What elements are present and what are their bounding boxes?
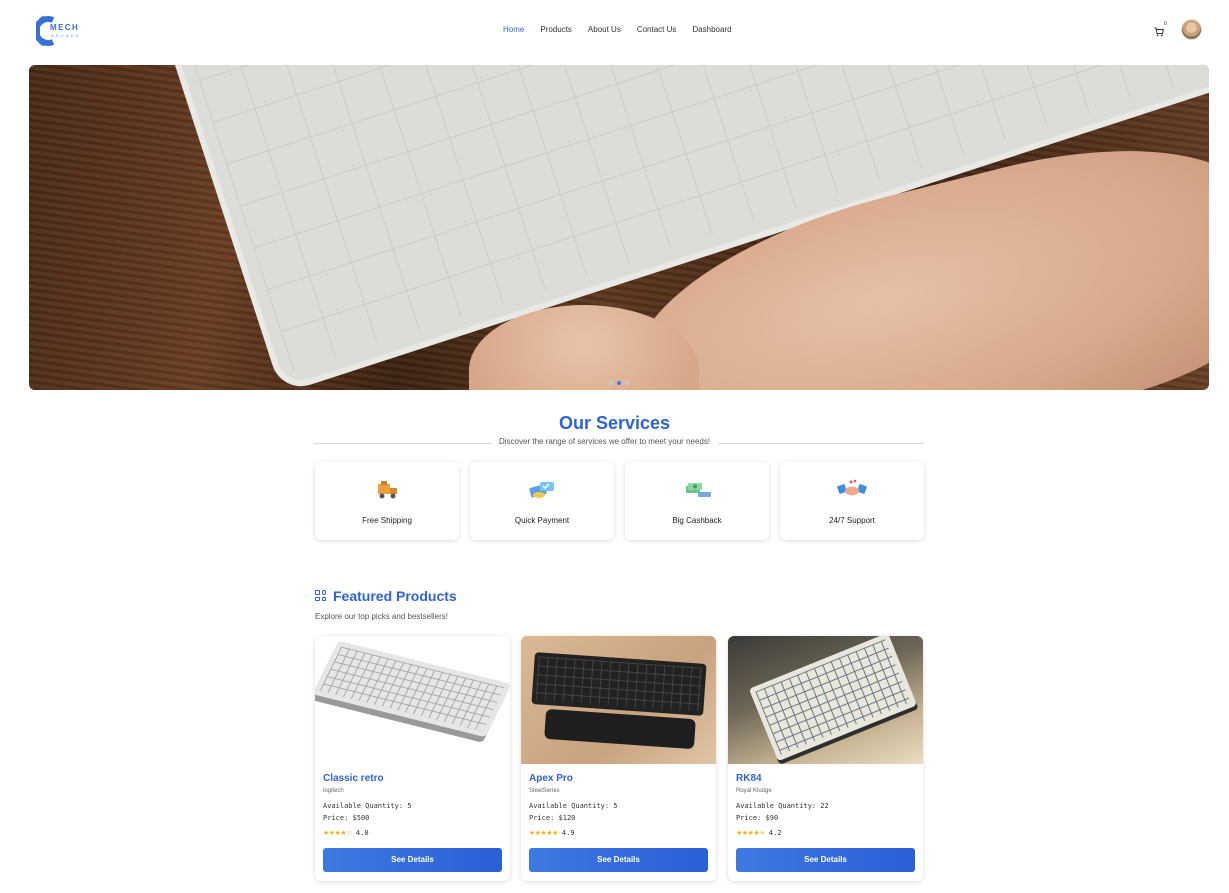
quantity-value: 22 bbox=[820, 802, 829, 810]
star-rating-icon: ★★★★☆ bbox=[323, 830, 352, 837]
service-label: Quick Payment bbox=[514, 516, 570, 525]
product-rating: ★★★★★ 4.2 bbox=[736, 829, 782, 837]
carousel-dot[interactable] bbox=[609, 381, 613, 385]
brand-tagline: ARCADE bbox=[51, 33, 81, 38]
nav-home[interactable]: Home bbox=[503, 25, 524, 34]
product-image[interactable] bbox=[315, 636, 510, 764]
product-card: Classic retro logitech Available Quantit… bbox=[315, 636, 510, 881]
shipping-truck-icon bbox=[378, 481, 397, 499]
quantity-value: 5 bbox=[613, 802, 618, 810]
rating-value: 4.0 bbox=[355, 829, 369, 837]
featured-header: Featured Products bbox=[315, 588, 457, 604]
featured-subtitle: Explore our top picks and bestsellers! bbox=[315, 612, 448, 621]
product-quantity: Available Quantity: 5 bbox=[323, 802, 412, 810]
service-label: Big Cashback bbox=[672, 516, 722, 525]
service-card-support: 24/7 Support bbox=[780, 462, 924, 540]
product-quantity: Available Quantity: 22 bbox=[736, 802, 829, 810]
product-rating: ★★★★★ 4.9 bbox=[529, 829, 575, 837]
product-card: Apex Pro SteelSeries Available Quantity:… bbox=[521, 636, 716, 881]
carousel-dot-active[interactable] bbox=[617, 381, 621, 385]
see-details-button[interactable]: See Details bbox=[736, 848, 915, 872]
carousel-dot[interactable] bbox=[625, 381, 629, 385]
price-value: $120 bbox=[558, 814, 576, 822]
main-nav: Home Products About Us Contact Us Dashbo… bbox=[503, 25, 748, 34]
service-card-quick-payment: Quick Payment bbox=[470, 462, 614, 540]
product-brand: Royal Kludge bbox=[736, 788, 772, 794]
product-quantity: Available Quantity: 5 bbox=[529, 802, 618, 810]
cart-count-badge: 0 bbox=[1164, 21, 1167, 27]
grid-icon bbox=[315, 590, 327, 602]
star-rating-icon: ★★★★★ bbox=[736, 830, 765, 837]
price-value: $500 bbox=[352, 814, 370, 822]
rating-value: 4.2 bbox=[768, 829, 782, 837]
payment-card-icon bbox=[529, 482, 554, 498]
service-label: 24/7 Support bbox=[829, 516, 875, 525]
hero-banner bbox=[29, 65, 1209, 390]
nav-products[interactable]: Products bbox=[540, 25, 572, 34]
price-label: Price: bbox=[736, 814, 762, 822]
service-label: Free Shipping bbox=[362, 516, 412, 525]
nav-dashboard[interactable]: Dashboard bbox=[692, 25, 731, 34]
product-price: Price: $500 bbox=[323, 814, 369, 822]
services-subtitle: Discover the range of services we offer … bbox=[491, 437, 719, 446]
product-image[interactable] bbox=[728, 636, 923, 764]
product-image[interactable] bbox=[521, 636, 716, 764]
service-card-free-shipping: Free Shipping bbox=[315, 462, 459, 540]
product-card: RK84 Royal Kludge Available Quantity: 22… bbox=[728, 636, 923, 881]
navbar: MECH ARCADE Home Products About Us Conta… bbox=[0, 0, 1229, 62]
nav-contact-us[interactable]: Contact Us bbox=[637, 25, 677, 34]
cashback-money-icon bbox=[686, 483, 711, 497]
product-name[interactable]: RK84 bbox=[736, 773, 762, 784]
price-label: Price: bbox=[323, 814, 349, 822]
star-rating-icon: ★★★★★ bbox=[529, 830, 558, 837]
quantity-label: Available Quantity: bbox=[736, 802, 817, 810]
support-handshake-icon bbox=[837, 479, 867, 496]
cart-button[interactable]: 0 bbox=[1154, 21, 1168, 38]
quantity-label: Available Quantity: bbox=[323, 802, 404, 810]
price-value: $90 bbox=[765, 814, 779, 822]
user-avatar[interactable] bbox=[1181, 19, 1202, 40]
product-rating: ★★★★☆ 4.0 bbox=[323, 829, 369, 837]
product-brand: SteelSeries bbox=[529, 788, 560, 794]
services-title: Our Services bbox=[558, 413, 671, 433]
price-label: Price: bbox=[529, 814, 555, 822]
nav-about-us[interactable]: About Us bbox=[588, 25, 621, 34]
featured-title: Featured Products bbox=[333, 588, 457, 604]
product-price: Price: $90 bbox=[736, 814, 778, 822]
brand-name: MECH bbox=[50, 23, 80, 32]
see-details-button[interactable]: See Details bbox=[323, 848, 502, 872]
product-price: Price: $120 bbox=[529, 814, 575, 822]
product-name[interactable]: Apex Pro bbox=[529, 773, 573, 784]
brand-logo[interactable]: MECH ARCADE bbox=[36, 14, 92, 48]
service-card-big-cashback: Big Cashback bbox=[625, 462, 769, 540]
see-details-button[interactable]: See Details bbox=[529, 848, 708, 872]
quantity-value: 5 bbox=[407, 802, 412, 810]
rating-value: 4.9 bbox=[561, 829, 575, 837]
quantity-label: Available Quantity: bbox=[529, 802, 610, 810]
cart-icon bbox=[1154, 27, 1164, 37]
product-brand: logitech bbox=[323, 788, 344, 794]
product-name[interactable]: Classic retro bbox=[323, 773, 384, 784]
carousel-dots bbox=[609, 381, 629, 385]
